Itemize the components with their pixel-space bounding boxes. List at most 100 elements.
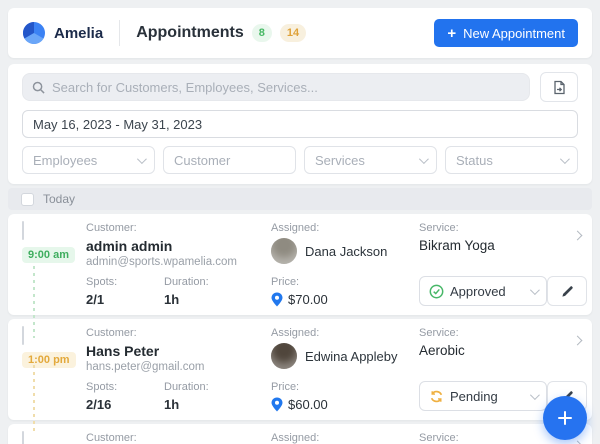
plus-icon: +: [447, 26, 456, 41]
assigned-block: Assigned: Edwina Appleby: [271, 327, 419, 374]
edit-button[interactable]: [547, 276, 587, 306]
customer-label: Customer:: [86, 432, 271, 444]
location-pin-icon: [271, 397, 283, 412]
customer-email: admin@sports.wpamelia.com: [86, 256, 271, 269]
service-name: Aerobic: [419, 343, 465, 358]
header-divider: [119, 20, 120, 46]
time-badge: 1:00 pm: [22, 352, 76, 368]
services-filter[interactable]: Services: [304, 146, 437, 174]
group-label: Today: [43, 192, 75, 206]
pending-count-badge: 14: [280, 24, 306, 42]
row-checkbox[interactable]: [22, 431, 24, 444]
approved-count-badge: 8: [252, 24, 272, 42]
status-value: Approved: [450, 284, 524, 299]
new-appointment-button[interactable]: + New Appointment: [434, 19, 578, 47]
search-icon: [32, 81, 45, 94]
group-checkbox[interactable]: [21, 193, 34, 206]
avatar: [271, 343, 297, 369]
price-value: $60.00: [288, 397, 328, 412]
assigned-block: Assigned: Andrea Barber: [271, 432, 419, 444]
spots-label: Spots:: [86, 381, 164, 394]
status-filter[interactable]: Status: [445, 146, 578, 174]
customer-name: admin admin: [86, 238, 271, 254]
appointment-row: 9:00 am Customer: admin admin admin@spor…: [8, 214, 592, 315]
plus-icon: [557, 410, 573, 426]
customer-label: Customer:: [86, 222, 271, 235]
price-block: Price: $60.00: [271, 381, 419, 412]
chevron-down-icon: [530, 390, 540, 400]
add-appointment-fab[interactable]: [543, 396, 587, 440]
price-label: Price:: [271, 276, 419, 289]
chevron-down-icon: [560, 154, 570, 164]
date-range-input[interactable]: May 16, 2023 - May 31, 2023: [22, 110, 578, 138]
service-block: Service: Aerobic: [419, 327, 600, 374]
duration-label: Duration:: [164, 276, 209, 289]
price-label: Price:: [271, 381, 419, 394]
assigned-block: Assigned: Dana Jackson: [271, 222, 419, 269]
appointment-row: 1:00 pm Customer: Hans Peter hans.peter@…: [8, 319, 592, 420]
status-select[interactable]: Pending: [419, 381, 547, 411]
employees-filter[interactable]: Employees: [22, 146, 155, 174]
appointment-row: 9:00 pm Customer: John Doe johndoe@gmail…: [8, 424, 592, 444]
avatar: [271, 238, 297, 264]
status-select[interactable]: Approved: [419, 276, 547, 306]
assigned-label: Assigned:: [271, 327, 419, 340]
assigned-name: Dana Jackson: [305, 244, 387, 259]
service-label: Service:: [419, 222, 600, 235]
check-circle-icon: [429, 284, 444, 299]
date-range-value: May 16, 2023 - May 31, 2023: [33, 117, 202, 132]
brand-name: Amelia: [54, 25, 103, 42]
page-title: Appointments: [136, 24, 244, 42]
chevron-down-icon: [137, 154, 147, 164]
search-input[interactable]: [52, 80, 520, 95]
timeline-connector: [33, 266, 35, 338]
customer-name: Hans Peter: [86, 343, 271, 359]
row-checkbox[interactable]: [22, 326, 24, 345]
amelia-logo-icon: [22, 21, 46, 45]
price-value: $70.00: [288, 292, 328, 307]
time-cell: 9:00 am: [8, 222, 86, 307]
appointments-list: 9:00 am Customer: admin admin admin@spor…: [0, 214, 600, 444]
status-value: Pending: [450, 389, 524, 404]
customer-block: Customer: Hans Peter hans.peter@gmail.co…: [86, 327, 271, 374]
customer-filter-label: Customer: [174, 153, 230, 168]
service-block: Service: Bikram Yoga: [419, 222, 600, 269]
spots-duration-block: Spots: 2/1 Duration: 1h: [86, 276, 271, 307]
customer-label: Customer:: [86, 327, 271, 340]
search-box[interactable]: [22, 73, 530, 101]
assigned-label: Assigned:: [271, 432, 419, 444]
employees-filter-label: Employees: [33, 153, 97, 168]
time-cell: 1:00 pm: [8, 327, 86, 412]
time-cell: 9:00 pm: [8, 432, 86, 444]
location-pin-icon: [271, 292, 283, 307]
status-filter-label: Status: [456, 153, 493, 168]
row-checkbox[interactable]: [22, 221, 24, 240]
assigned-name: Edwina Appleby: [305, 349, 398, 364]
group-header-today: Today: [8, 188, 592, 210]
service-name: Bikram Yoga: [419, 238, 495, 253]
assigned-label: Assigned:: [271, 222, 419, 235]
spots-value: 2/16: [86, 397, 164, 412]
price-block: Price: $70.00: [271, 276, 419, 307]
service-label: Service:: [419, 327, 600, 340]
spots-label: Spots:: [86, 276, 164, 289]
refresh-icon: [429, 389, 444, 404]
chevron-down-icon: [530, 285, 540, 295]
filters-panel: May 16, 2023 - May 31, 2023 Employees Cu…: [8, 64, 592, 184]
new-appointment-label: New Appointment: [463, 26, 565, 41]
chevron-down-icon: [419, 154, 429, 164]
customer-block: Customer: admin admin admin@sports.wpame…: [86, 222, 271, 269]
duration-value: 1h: [164, 397, 209, 412]
export-icon: [552, 80, 566, 95]
customer-email: hans.peter@gmail.com: [86, 361, 271, 374]
time-badge: 9:00 am: [22, 247, 75, 263]
customer-block: Customer: John Doe johndoe@gmail.com: [86, 432, 271, 444]
duration-label: Duration:: [164, 381, 209, 394]
customer-filter[interactable]: Customer: [163, 146, 296, 174]
services-filter-label: Services: [315, 153, 365, 168]
status-block: Approved: [419, 276, 600, 307]
app-header: Amelia Appointments 8 14 + New Appointme…: [8, 8, 592, 58]
export-button[interactable]: [540, 72, 578, 102]
spots-duration-block: Spots: 2/16 Duration: 1h: [86, 381, 271, 412]
brand: Amelia: [22, 21, 103, 45]
